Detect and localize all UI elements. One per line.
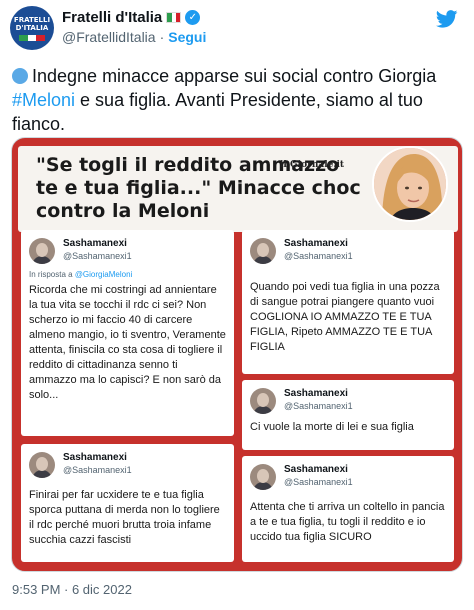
card-handle: @Sashamanexi1 xyxy=(284,401,353,411)
politician-photo xyxy=(372,146,448,222)
tricolore-flame-icon xyxy=(19,34,46,41)
avatar-text-line2: D'ITALIA xyxy=(15,23,49,32)
card-name: Sashamanexi xyxy=(284,238,348,249)
headline-banner: "Se togli il reddito ammazzo te e tua fi… xyxy=(18,146,458,232)
tweet-timestamp[interactable]: 9:53 PM · 6 dic 2022 xyxy=(12,582,132,597)
hashtag-link[interactable]: #Meloni xyxy=(12,90,75,110)
card-body: Ricorda che mi costringi ad annientare l… xyxy=(29,284,226,401)
newspaper-logo: il Giornale.it xyxy=(280,160,345,170)
card-name: Sashamanexi xyxy=(63,238,127,249)
threat-tweet-card-5: Sashamanexi @Sashamanexi1 Attenta che ti… xyxy=(242,456,454,562)
card-handle: @Sashamanexi1 xyxy=(284,477,353,487)
tweet-header: FRATELLI D'ITALIA Fratelli d'Italia ✓ @F… xyxy=(10,6,464,50)
account-avatar[interactable]: FRATELLI D'ITALIA xyxy=(10,6,54,50)
card-body: Quando poi vedi tua figlia in una pozza … xyxy=(250,281,440,353)
threat-tweet-card-3: Sashamanexi @Sashamanexi1 Ci vuole la mo… xyxy=(242,380,454,450)
card-avatar xyxy=(29,452,55,478)
card-body: Ci vuole la morte di lei e sua figlia xyxy=(250,421,414,433)
verified-badge-icon: ✓ xyxy=(185,10,201,25)
account-handle[interactable]: @FratellidItalia xyxy=(62,29,156,45)
separator-dot: · xyxy=(159,29,165,45)
card-avatar xyxy=(250,238,276,264)
tweet-image[interactable]: "Se togli il reddito ammazzo te e tua fi… xyxy=(11,137,463,572)
card-name: Sashamanexi xyxy=(284,388,348,399)
reply-prefix: In risposta a xyxy=(29,270,75,279)
card-name: Sashamanexi xyxy=(63,452,127,463)
portrait-drawing xyxy=(374,148,446,220)
avatar-text-line1: FRATELLI xyxy=(13,15,51,24)
threat-tweet-card-2: Sashamanexi @Sashamanexi1 Quando poi ved… xyxy=(242,230,454,374)
blue-circle-emoji-icon xyxy=(12,68,28,84)
card-handle: @Sashamanexi1 xyxy=(284,251,353,261)
tweet-text: Indegne minacce apparse sui social contr… xyxy=(12,64,462,136)
card-avatar xyxy=(29,238,55,264)
threat-tweet-card-4: Sashamanexi @Sashamanexi1 Finirai per fa… xyxy=(21,444,234,562)
card-name: Sashamanexi xyxy=(284,464,348,475)
card-avatar xyxy=(250,464,276,490)
card-handle: @Sashamanexi1 xyxy=(63,251,132,261)
display-name[interactable]: Fratelli d'Italia xyxy=(62,9,162,26)
card-body: Attenta che ti arriva un coltello in pan… xyxy=(250,501,445,543)
card-avatar xyxy=(250,388,276,414)
italy-flag-icon xyxy=(166,12,182,23)
reply-to-line: In risposta a @GiorgiaMeloni xyxy=(29,270,226,279)
reply-mention: @GiorgiaMeloni xyxy=(74,270,133,279)
follow-button[interactable]: Segui xyxy=(168,29,206,45)
threat-tweet-card-1: Sashamanexi @Sashamanexi1 In risposta a … xyxy=(21,230,234,436)
twitter-bird-icon[interactable] xyxy=(436,10,458,28)
tweet-text-part1: Indegne minacce apparse sui social contr… xyxy=(32,66,437,86)
card-body: Finirai per far ucxidere te e tua figlia… xyxy=(29,489,220,546)
account-info: Fratelli d'Italia ✓ @FratellidItalia · S… xyxy=(62,9,206,45)
card-handle: @Sashamanexi1 xyxy=(63,465,132,475)
